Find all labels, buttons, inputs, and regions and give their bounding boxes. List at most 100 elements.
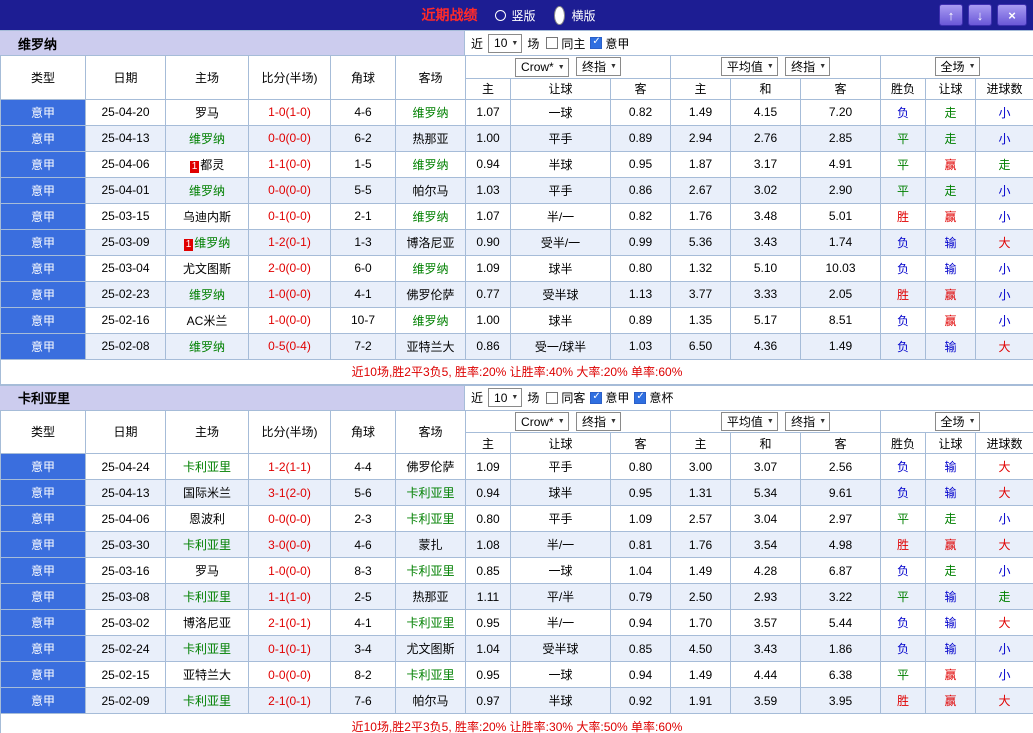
match-row: 意甲 25-02-23 维罗纳 1-0(0-0) 4-1 佛罗伦萨 0.77 受半球 1.13 3…	[0, 280, 1033, 308]
col-corner: 角球	[330, 55, 396, 100]
score-cell: 0-1(0-0)	[248, 202, 331, 230]
checkbox-icon[interactable]	[546, 37, 559, 49]
competition-filter-checkbox[interactable]: 意甲	[590, 389, 629, 406]
result-handicap-cell: 赢	[925, 280, 977, 308]
result-wdl-cell: 平	[880, 124, 927, 152]
avg-draw-odds-cell: 3.07	[730, 453, 801, 480]
away-team-cell: 博洛尼亚	[395, 228, 466, 256]
checkbox-icon[interactable]	[590, 391, 603, 404]
result-wdl-cell: 平	[880, 505, 927, 532]
corner-cell: 4-1	[330, 280, 396, 308]
avg-home-odds-cell: 1.49	[670, 557, 731, 584]
matches-table: 类型 日期 主场 比分(半场) 角球 客场 Crow* ▼ 终指 ▼ 平均值 ▼ 终指…	[0, 55, 1033, 385]
bookmaker-select[interactable]: Crow* ▼	[515, 57, 569, 77]
table-header: 类型 日期 主场 比分(半场) 角球 客场 Crow* ▼ 终指 ▼ 平均值 ▼ 终指…	[0, 55, 1033, 100]
col-type: 类型	[0, 409, 86, 454]
avg-home-odds-cell: 1.49	[670, 661, 731, 688]
chevron-down-icon: ▼	[610, 63, 617, 70]
team-name: 卡利亚里	[406, 616, 455, 630]
date-cell: 25-03-09	[85, 228, 166, 256]
result-handicap-cell: 输	[925, 453, 977, 480]
competition-filter-checkbox[interactable]: 意杯	[634, 389, 673, 406]
result-goals-cell: 小	[975, 202, 1033, 230]
subcol-result-handicap: 让球	[925, 432, 977, 454]
move-down-button[interactable]: ↓	[968, 4, 992, 26]
corner-cell: 5-6	[330, 479, 396, 506]
score-cell: 0-5(0-4)	[248, 332, 331, 360]
avg-draw-odds-cell: 3.48	[730, 202, 801, 230]
titlebar: 近期战绩 竖版 横版 ↑ ↓ ×	[0, 0, 1033, 30]
result-goals-cell: 小	[975, 306, 1033, 334]
fulltime-select[interactable]: 全场 ▼	[934, 411, 980, 431]
date-cell: 25-04-06	[85, 505, 166, 532]
section-header: 卡利亚里 近 10▼ 场 同客 意甲 意杯	[0, 384, 1033, 410]
same-venue-checkbox[interactable]: 同主	[546, 35, 585, 52]
avg-home-odds-cell: 1.76	[670, 202, 731, 230]
team-name: 卡利亚里	[406, 512, 455, 526]
handicap-index-select[interactable]: 终指 ▼	[576, 411, 621, 431]
same-venue-checkbox[interactable]: 同客	[546, 389, 585, 406]
date-cell: 25-03-30	[85, 531, 166, 558]
subcol-result-goals: 进球数	[975, 432, 1033, 454]
away-team-cell: 蒙扎	[395, 531, 466, 558]
handicap-away-odds-cell: 0.92	[610, 687, 671, 714]
radio-selected-icon[interactable]	[553, 5, 565, 25]
matches-body: 意甲 25-04-20 罗马 1-0(1-0) 4-6 维罗纳 1.07 一球 0.82 1.49…	[0, 98, 1033, 360]
handicap-group-header: Crow* ▼ 终指 ▼	[465, 55, 671, 79]
team-name: 罗马	[194, 564, 219, 578]
handicap-home-odds-cell: 1.07	[465, 98, 511, 126]
filter-checkboxes: 同主 意甲	[546, 35, 634, 52]
move-up-button[interactable]: ↑	[939, 4, 963, 26]
result-wdl-cell: 负	[880, 479, 927, 506]
league-cell: 意甲	[0, 332, 86, 360]
result-handicap-cell: 赢	[925, 150, 977, 178]
match-count-select[interactable]: 10 ▼	[488, 33, 523, 53]
competition-filter-checkbox[interactable]: 意甲	[590, 35, 629, 52]
result-handicap-cell: 走	[925, 98, 977, 126]
bookmaker-select-value: Crow*	[521, 60, 554, 74]
euro-index-select[interactable]: 终指 ▼	[785, 411, 831, 431]
close-button[interactable]: ×	[997, 4, 1027, 26]
result-wdl-cell: 平	[880, 176, 927, 204]
avg-draw-odds-cell: 5.34	[730, 479, 801, 506]
radio-icon[interactable]	[495, 9, 507, 21]
avg-home-odds-cell: 1.35	[670, 306, 731, 334]
average-select[interactable]: 平均值 ▼	[720, 57, 778, 77]
date-cell: 25-03-15	[85, 202, 166, 230]
checkbox-icon[interactable]	[590, 36, 603, 49]
result-handicap-cell: 输	[925, 332, 977, 360]
euro-index-select[interactable]: 终指 ▼	[785, 57, 831, 77]
checkbox-icon[interactable]	[634, 391, 647, 404]
chevron-down-icon: ▼	[511, 39, 519, 47]
team-name: 亚特兰大	[182, 668, 231, 682]
handicap-away-odds-cell: 0.82	[610, 202, 671, 230]
fulltime-select-value: 全场	[940, 414, 965, 429]
team-name: 卡利亚里	[406, 486, 455, 500]
handicap-home-odds-cell: 1.09	[465, 453, 511, 480]
home-team-cell: 卡利亚里	[165, 453, 249, 480]
fulltime-select[interactable]: 全场 ▼	[934, 57, 980, 77]
handicap-line-cell: 球半	[510, 254, 611, 282]
avg-home-odds-cell: 1.70	[670, 609, 731, 636]
team-name: 维罗纳	[412, 209, 449, 224]
col-home: 主场	[165, 409, 249, 454]
result-wdl-cell: 负	[880, 98, 927, 126]
corner-cell: 1-3	[330, 228, 396, 256]
bookmaker-select[interactable]: Crow* ▼	[515, 412, 569, 431]
handicap-line-cell: 受一/球半	[510, 332, 611, 360]
average-select[interactable]: 平均值 ▼	[720, 411, 778, 431]
result-wdl-cell: 负	[880, 635, 927, 662]
handicap-away-odds-cell: 0.89	[610, 124, 671, 152]
match-count-select[interactable]: 10 ▼	[488, 388, 523, 407]
checkbox-icon[interactable]	[546, 391, 559, 404]
layout-radio-vertical[interactable]: 竖版	[495, 7, 536, 24]
result-wdl-cell: 胜	[880, 280, 927, 308]
checkbox-label: 同客	[561, 391, 586, 405]
avg-home-odds-cell: 6.50	[670, 332, 731, 360]
handicap-index-select[interactable]: 终指 ▼	[576, 57, 621, 76]
layout-radio-horizontal[interactable]: 横版	[552, 5, 596, 25]
subcol-avg-draw: 和	[730, 432, 801, 454]
result-wdl-cell: 负	[880, 557, 927, 584]
score-cell: 0-0(0-0)	[248, 505, 331, 532]
league-cell: 意甲	[0, 202, 86, 230]
